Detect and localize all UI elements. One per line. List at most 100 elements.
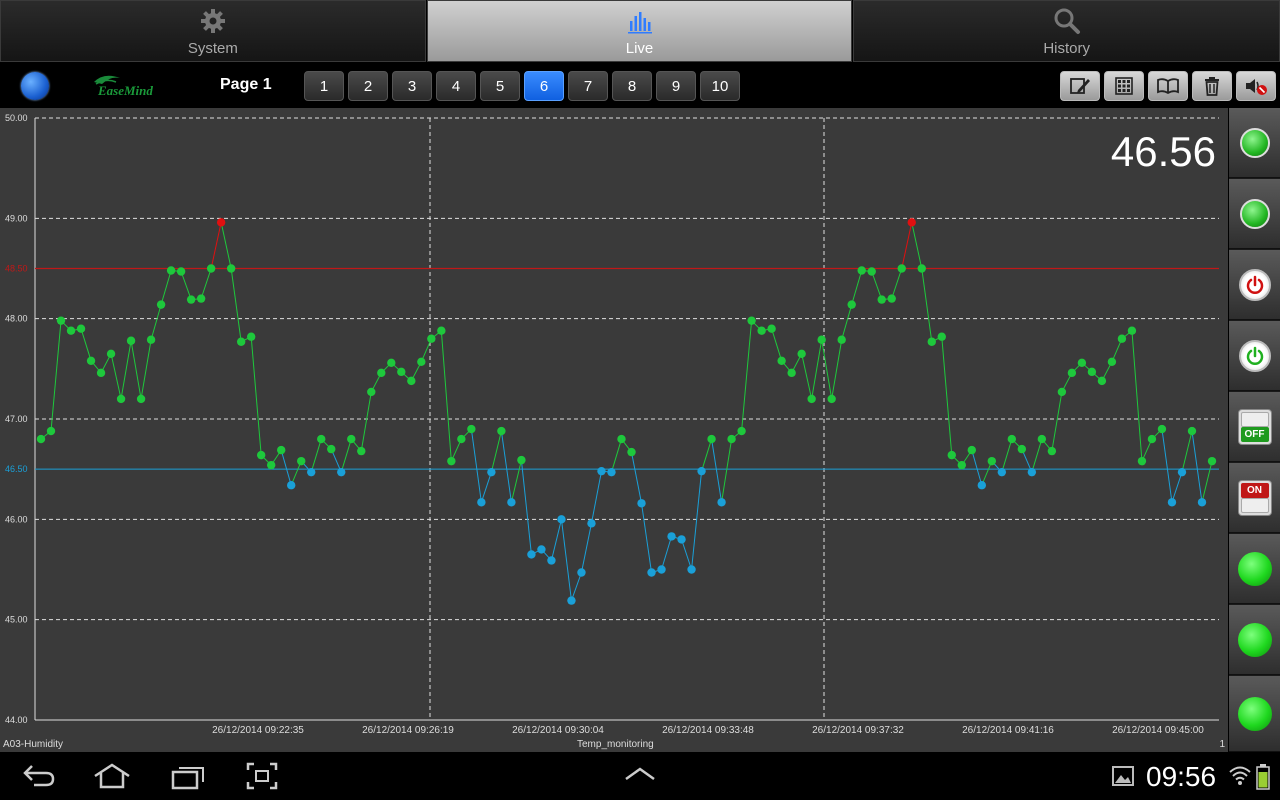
gallery-icon[interactable]	[1112, 766, 1134, 786]
data-point	[266, 460, 276, 470]
series-name: A03-Humidity	[3, 739, 64, 750]
data-point	[307, 467, 316, 477]
tab-system-label: System	[187, 39, 238, 57]
page-button-10[interactable]: 10	[700, 71, 740, 101]
page-button-1[interactable]: 1	[304, 71, 344, 101]
series-segment	[80, 328, 92, 361]
y-tick-label: 44.00	[5, 715, 28, 725]
recent-apps-icon[interactable]	[170, 762, 206, 790]
data-point	[56, 316, 66, 325]
live-chart[interactable]: 44.00 45.00 46.00 47.00 48.00 49.00 50.00 26/1…	[0, 108, 1228, 752]
page-button-3[interactable]: 3	[392, 71, 432, 101]
data-point	[1007, 434, 1017, 444]
green-indicator-icon	[1239, 127, 1270, 158]
mute-button[interactable]	[1236, 71, 1276, 101]
series-segment	[310, 438, 322, 473]
green-light-icon	[1237, 551, 1272, 586]
book-button[interactable]	[1148, 71, 1188, 101]
data-point	[277, 445, 286, 455]
page-button-5[interactable]: 5	[480, 71, 520, 101]
data-point	[767, 324, 776, 333]
y-tick-label: 47.00	[5, 414, 28, 424]
series-segment	[280, 449, 292, 486]
on-switch[interactable]: ON	[1229, 463, 1280, 533]
data-point	[1097, 376, 1107, 386]
chart-page-index: 1	[1219, 739, 1225, 750]
delete-button[interactable]	[1192, 71, 1232, 101]
y-tick-label: 46.00	[5, 514, 28, 524]
data-point	[797, 349, 806, 358]
series-segment	[570, 572, 582, 601]
page-button-4[interactable]: 4	[436, 71, 476, 101]
off-switch-label: OFF	[1240, 426, 1269, 442]
data-point	[467, 424, 476, 434]
page-button-2[interactable]: 2	[348, 71, 388, 101]
tab-history[interactable]: History	[853, 0, 1280, 62]
data-point	[807, 394, 816, 404]
y-tick-label: 49.00	[5, 213, 28, 223]
low-limit-label: 46.50	[5, 464, 28, 474]
up-chevron-icon[interactable]	[624, 766, 656, 782]
edit-button[interactable]	[1060, 71, 1100, 101]
data-point	[877, 295, 886, 304]
screenshot-icon[interactable]	[246, 762, 278, 790]
page-button-6[interactable]: 6	[524, 71, 564, 101]
series-segment	[971, 449, 983, 486]
data-point	[627, 447, 636, 457]
series-segment	[490, 430, 502, 473]
green-light-3[interactable]	[1229, 676, 1280, 752]
data-point	[697, 466, 706, 476]
data-point	[1037, 434, 1047, 444]
x-tick-label: 26/12/2014 09:26:19	[362, 725, 454, 736]
series-segment	[210, 222, 222, 269]
page-button-9[interactable]: 9	[656, 71, 696, 101]
data-point	[1207, 456, 1217, 466]
data-point	[457, 434, 466, 444]
data-point	[857, 266, 866, 275]
back-icon[interactable]	[22, 762, 56, 790]
series-segment	[180, 271, 192, 300]
green-light-1[interactable]	[1229, 534, 1280, 604]
series-segment	[841, 304, 853, 340]
series-segment	[911, 222, 923, 269]
series-segment	[1161, 428, 1173, 503]
indicator-1[interactable]	[1229, 108, 1280, 178]
series-segment	[631, 452, 643, 504]
series-segment	[200, 268, 212, 299]
series-segment	[470, 428, 482, 503]
data-point	[477, 498, 486, 507]
power-button-green[interactable]	[1229, 321, 1280, 391]
series-segment	[130, 340, 142, 400]
series-segment	[1001, 438, 1013, 473]
data-point	[407, 376, 416, 386]
page-button-7[interactable]: 7	[568, 71, 608, 101]
grid-button[interactable]	[1104, 71, 1144, 101]
green-light-2[interactable]	[1229, 605, 1280, 675]
x-tick-label: 26/12/2014 09:37:32	[812, 725, 904, 736]
series-segment	[550, 519, 562, 561]
tab-live[interactable]: Live	[426, 0, 853, 62]
data-point	[1157, 424, 1167, 434]
home-icon[interactable]	[92, 762, 132, 790]
series-segment	[741, 320, 753, 432]
data-point	[837, 335, 846, 344]
data-point	[1027, 467, 1037, 477]
connection-status-icon[interactable]	[21, 72, 49, 100]
page-button-8[interactable]: 8	[612, 71, 652, 101]
tool-buttons	[1056, 71, 1276, 101]
data-point	[587, 519, 596, 528]
current-value: 46.56	[1110, 128, 1216, 175]
indicator-2[interactable]	[1229, 179, 1280, 249]
data-point	[867, 267, 876, 276]
search-icon	[1053, 6, 1081, 36]
gear-icon	[199, 6, 227, 36]
data-point	[246, 332, 256, 341]
tab-system[interactable]: System	[0, 0, 426, 62]
wifi-icon[interactable]	[1228, 764, 1252, 786]
off-switch[interactable]: OFF	[1229, 392, 1280, 462]
series-segment	[821, 339, 833, 400]
power-button-red[interactable]	[1229, 250, 1280, 320]
data-point	[1047, 446, 1057, 456]
data-point	[907, 218, 916, 227]
top-tab-bar: System Live History	[0, 0, 1280, 62]
